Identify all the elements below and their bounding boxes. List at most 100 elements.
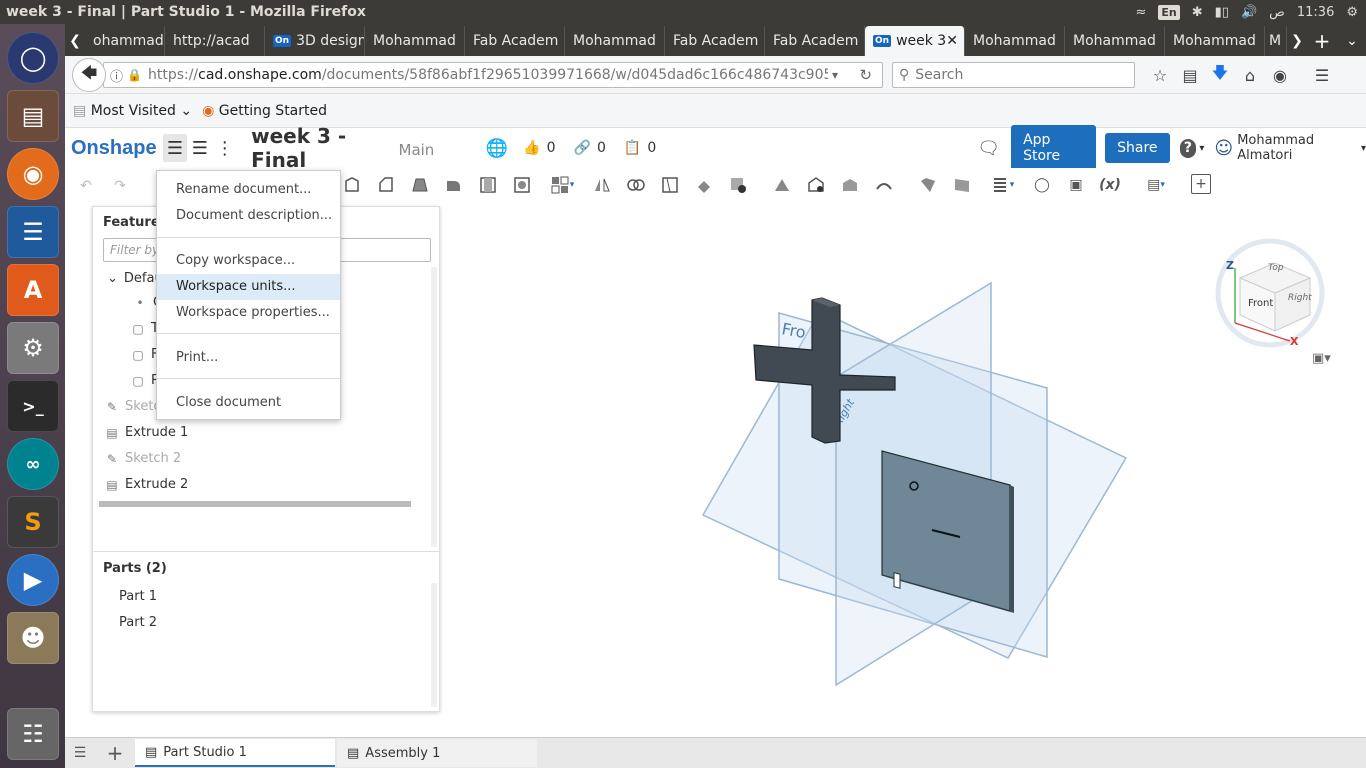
move-face-icon[interactable]	[805, 174, 827, 196]
gear-icon[interactable]: ⚙	[1346, 5, 1358, 20]
globe-icon[interactable]: 🌐	[484, 134, 509, 162]
variable-icon[interactable]: (x)	[1099, 174, 1121, 196]
transform-icon[interactable]	[693, 174, 715, 196]
info-icon[interactable]: ⓘ	[110, 66, 123, 85]
help-icon[interactable]: ?	[1179, 138, 1197, 158]
menu-hamburger-icon[interactable]: ☰	[1307, 60, 1337, 90]
browser-tab-active[interactable]: On week 3 ✕	[865, 26, 965, 56]
feature-list-icon[interactable]: ☰	[187, 134, 212, 162]
user-name[interactable]: Mohammad Almatori	[1237, 133, 1358, 163]
pocket-icon[interactable]: ◉	[1265, 60, 1295, 90]
dropdown-arrow-icon[interactable]: ▾	[832, 68, 838, 82]
mirror-icon[interactable]	[591, 174, 613, 196]
custom-feature-icon[interactable]: ▤ ▾	[1139, 174, 1173, 196]
replace-face-icon[interactable]	[839, 174, 861, 196]
help-dropdown-icon[interactable]: ▾	[1199, 143, 1204, 154]
redo-icon[interactable]: ↷	[109, 175, 131, 197]
media-player-icon[interactable]: ▶	[7, 554, 59, 606]
view-options-icon[interactable]: ▣▾	[1312, 351, 1331, 366]
avatar[interactable]: ☺	[1214, 138, 1233, 159]
language-indicator[interactable]: En	[1158, 4, 1180, 20]
writer-icon[interactable]: ☰	[7, 206, 59, 258]
back-arrow-icon[interactable]: 🡄	[72, 58, 106, 92]
browser-tab[interactable]: Mohammad	[365, 26, 465, 56]
software-center-icon[interactable]: A	[7, 264, 59, 316]
mate-connector-icon[interactable]	[951, 174, 973, 196]
volume-icon[interactable]: 🔊	[1241, 5, 1257, 20]
app-store-button[interactable]: App Store	[1011, 125, 1097, 171]
arduino-icon[interactable]: ∞	[7, 438, 59, 490]
url-bar[interactable]: 🡄 ⓘ 🔒 https://cad.onshape.com/documents/…	[72, 58, 883, 92]
wifi-icon[interactable]: ≈	[1135, 5, 1146, 20]
versions-icon[interactable]: ⋮	[212, 134, 237, 162]
document-description-item[interactable]: Document description...	[157, 203, 340, 229]
firefox-icon[interactable]: ◉	[7, 148, 59, 200]
copies-count[interactable]: 📋 0	[624, 140, 656, 156]
boolean-icon[interactable]	[625, 174, 647, 196]
add-element-icon[interactable]: +	[95, 741, 135, 765]
url-text[interactable]: https://cad.onshape.com/documents/58f86a…	[148, 67, 828, 83]
sketch1-item[interactable]: ✎ Sketc	[105, 399, 161, 414]
print-item[interactable]: Print...	[157, 345, 340, 371]
part2-item[interactable]: Part 2	[119, 615, 157, 630]
extrude1-item[interactable]: ▤ Extrude 1	[105, 425, 188, 440]
browser-tab[interactable]: Mohammad	[565, 26, 665, 56]
settings-icon[interactable]: ⚙	[7, 322, 59, 374]
files-icon[interactable]: ▤	[7, 90, 59, 142]
trash-icon[interactable]: ☷	[7, 708, 59, 760]
browser-tab[interactable]: http://acad	[165, 26, 265, 56]
document-menu-icon[interactable]: ☰	[162, 134, 188, 162]
view-cube-front-label[interactable]: Front	[1248, 298, 1273, 309]
extrude2-item[interactable]: ▤ Extrude 2	[105, 477, 188, 492]
tabs-scroll-right-icon[interactable]: ❯	[1287, 26, 1307, 56]
home-icon[interactable]: ⌂	[1235, 60, 1265, 90]
measure-icon[interactable]: ◯	[1031, 174, 1053, 196]
top-plane-item[interactable]: ▢ T	[131, 321, 159, 336]
browser-tab[interactable]: Mohammad	[1165, 26, 1265, 56]
shell-icon[interactable]	[511, 174, 533, 196]
sweep-icon[interactable]	[409, 174, 431, 196]
document-title[interactable]: week 3 - Final	[251, 124, 390, 172]
tab-list-icon[interactable]: ⌄	[1337, 26, 1366, 56]
terminal-icon[interactable]: >_	[7, 380, 59, 432]
element-list-icon[interactable]: ☰	[65, 745, 95, 761]
delete-part-icon[interactable]	[727, 174, 749, 196]
browser-tab[interactable]: Fab Academ	[665, 26, 765, 56]
battery-icon[interactable]: ▮▯	[1215, 5, 1229, 20]
plane-icon[interactable]	[917, 174, 939, 196]
draft-icon[interactable]	[771, 174, 793, 196]
share-button[interactable]: Share	[1105, 133, 1170, 163]
lock-icon[interactable]: 🔒	[127, 68, 142, 82]
add-feature-icon[interactable]: +	[1191, 174, 1211, 194]
horizontal-scrollbar[interactable]	[99, 501, 411, 507]
onshape-logo[interactable]: Onshape	[71, 137, 157, 160]
browser-tab[interactable]: M	[1265, 26, 1287, 56]
reload-icon[interactable]: ↻	[859, 66, 872, 84]
close-tab-icon[interactable]: ✕	[946, 33, 958, 49]
copy-workspace-item[interactable]: Copy workspace...	[157, 248, 340, 274]
chat-icon[interactable]: 🗨	[976, 134, 1001, 162]
graphics-viewport[interactable]: Fro Right Z X Top Front Right ▣▾	[440, 205, 1366, 737]
search-input[interactable]: ⚲ Search	[892, 62, 1135, 88]
new-tab-icon[interactable]: +	[1307, 26, 1337, 56]
revolve-icon[interactable]	[375, 174, 397, 196]
split-icon[interactable]	[659, 174, 681, 196]
clock[interactable]: 11:36	[1297, 5, 1334, 20]
view-cube-right-label[interactable]: Right	[1288, 293, 1312, 303]
reading-list-icon[interactable]: ▤	[1175, 60, 1205, 90]
browser-tab[interactable]: Fab Academ	[465, 26, 565, 56]
sketch2-item[interactable]: ✎ Sketch 2	[105, 451, 181, 466]
view-cube[interactable]: Z X Top Front Right ▣▾	[1200, 223, 1350, 373]
tab-assembly-1[interactable]: ▤ Assembly 1	[337, 739, 537, 767]
likes-count[interactable]: 👍 0	[523, 140, 555, 156]
import-icon[interactable]: ▣	[1065, 174, 1087, 196]
part1-item[interactable]: Part 1	[119, 589, 157, 604]
browser-tab[interactable]: On 3D design	[265, 26, 365, 56]
loft-icon[interactable]	[477, 174, 499, 196]
pattern-icon[interactable]: ▾	[545, 174, 579, 196]
vertical-scrollbar[interactable]	[431, 267, 437, 547]
helix-icon[interactable]: ▾	[985, 174, 1019, 196]
workspace-units-item[interactable]: Workspace units...	[157, 274, 340, 300]
tabs-scroll-left-icon[interactable]: ❮	[65, 26, 85, 56]
front-plane-item[interactable]: ▢ F	[131, 347, 158, 362]
